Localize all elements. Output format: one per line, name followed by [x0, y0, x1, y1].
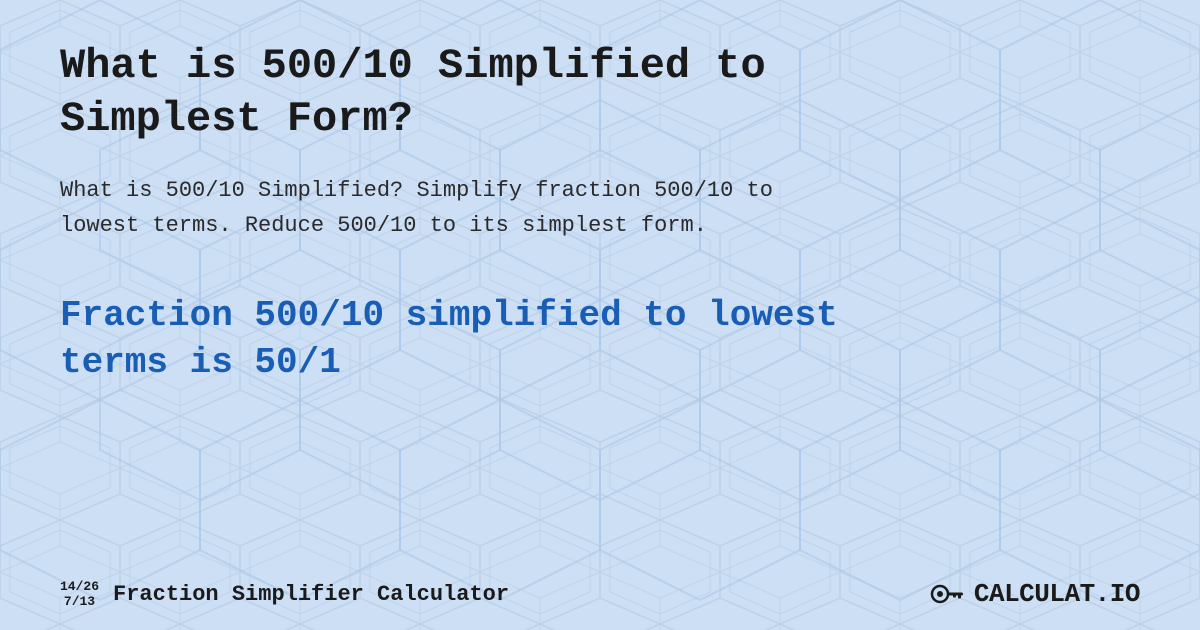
fraction-pair: 14/26 7/13 — [60, 579, 99, 610]
footer-left: 14/26 7/13 Fraction Simplifier Calculato… — [60, 579, 509, 610]
logo-text: CALCULAT.IO — [974, 579, 1140, 609]
fraction-top: 14/26 — [60, 579, 99, 595]
calculator-icon — [930, 579, 966, 609]
footer-right: CALCULAT.IO — [930, 579, 1140, 609]
description-text: What is 500/10 Simplified? Simplify frac… — [60, 173, 860, 243]
brand-text: Fraction Simplifier Calculator — [113, 582, 509, 607]
footer: 14/26 7/13 Fraction Simplifier Calculato… — [60, 579, 1140, 610]
fraction-bottom: 7/13 — [64, 594, 95, 610]
page-title: What is 500/10 Simplified to Simplest Fo… — [60, 40, 960, 145]
result-section: Fraction 500/10 simplified to lowest ter… — [60, 293, 1140, 387]
result-text: Fraction 500/10 simplified to lowest ter… — [60, 293, 960, 387]
